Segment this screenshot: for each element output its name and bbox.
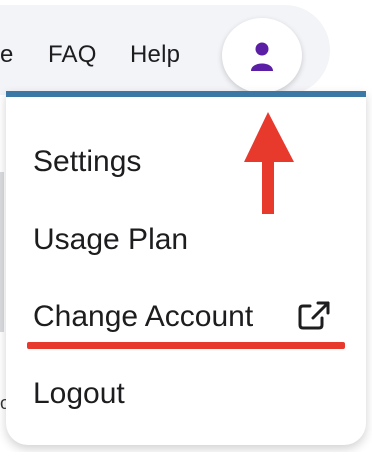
background-divider bbox=[0, 172, 4, 332]
arrow-up-icon bbox=[244, 112, 294, 214]
nav-link-faq[interactable]: FAQ bbox=[48, 41, 97, 69]
top-navigation-bar: e FAQ Help bbox=[0, 5, 330, 95]
menu-item-settings[interactable]: Settings bbox=[33, 145, 141, 179]
user-icon bbox=[251, 42, 273, 71]
external-link-icon bbox=[298, 301, 330, 330]
highlight-underline bbox=[27, 342, 345, 349]
account-dropdown-menu: Settings Usage Plan Change Account Logou… bbox=[6, 91, 366, 445]
nav-link-help[interactable]: Help bbox=[130, 41, 180, 69]
nav-link-partial[interactable]: e bbox=[0, 41, 14, 69]
menu-item-usage-plan[interactable]: Usage Plan bbox=[33, 223, 188, 257]
menu-item-change-account[interactable]: Change Account bbox=[33, 300, 253, 334]
account-button[interactable] bbox=[222, 18, 302, 93]
menu-item-logout[interactable]: Logout bbox=[33, 377, 125, 411]
